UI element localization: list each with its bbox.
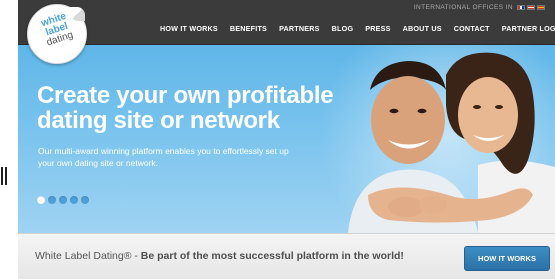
tagline-strip: White Label Dating® - Be part of the mos… [18,233,555,279]
nav-partner-login[interactable]: PARTNER LOGIN [496,24,555,33]
slider-dots [37,196,89,204]
nav-blog[interactable]: BLOG [326,24,360,33]
hero-subtext: Our multi-award winning platform enables… [38,145,328,169]
hero-headline: Create your own profitable dating site o… [37,83,337,133]
page: INTERNATIONAL OFFICES IN HOW IT WORKS BE… [0,0,555,279]
slider-dot-1[interactable] [37,196,45,204]
international-offices: INTERNATIONAL OFFICES IN [414,4,545,11]
hero-headline-line-1: Create your own profitable [37,82,334,109]
pause-handle-icon[interactable] [1,165,11,187]
logo-wordmark: white label dating [30,9,83,52]
nav-press[interactable]: PRESS [359,24,396,33]
uk-flag-icon[interactable] [517,5,525,10]
nav-partners[interactable]: PARTNERS [273,24,326,33]
nav-contact[interactable]: CONTACT [448,24,496,33]
hero-subtext-line-2: your own dating site or network. [38,158,159,168]
tagline-brand: White Label Dating® - [35,250,141,262]
nav-about-us[interactable]: ABOUT US [397,24,448,33]
hero-headline-line-2: dating site or network [37,107,280,134]
main-nav: HOW IT WORKS BENEFITS PARTNERS BLOG PRES… [154,24,555,33]
nav-benefits[interactable]: BENEFITS [224,24,273,33]
es-flag-icon[interactable] [537,5,545,10]
hero-subtext-line-1: Our multi-award winning platform enables… [38,146,289,156]
tagline: White Label Dating® - Be part of the mos… [35,250,404,262]
slider-dot-3[interactable] [59,196,67,204]
hero-banner: Create your own profitable dating site o… [18,45,555,233]
tagline-message: Be part of the most successful platform … [140,250,404,262]
slider-dot-2[interactable] [48,196,56,204]
slider-dot-4[interactable] [70,196,78,204]
international-offices-label: INTERNATIONAL OFFICES IN [413,4,513,11]
top-navigation-bar: INTERNATIONAL OFFICES IN HOW IT WORKS BE… [18,0,555,45]
hero-couple-photo [348,52,555,233]
flag-group [517,5,545,10]
how-it-works-button[interactable]: HOW IT WORKS [464,246,550,271]
slider-dot-5[interactable] [81,196,89,204]
nav-how-it-works[interactable]: HOW IT WORKS [154,24,224,33]
us-flag-icon[interactable] [527,5,535,10]
site-logo[interactable]: white label dating [27,4,87,64]
